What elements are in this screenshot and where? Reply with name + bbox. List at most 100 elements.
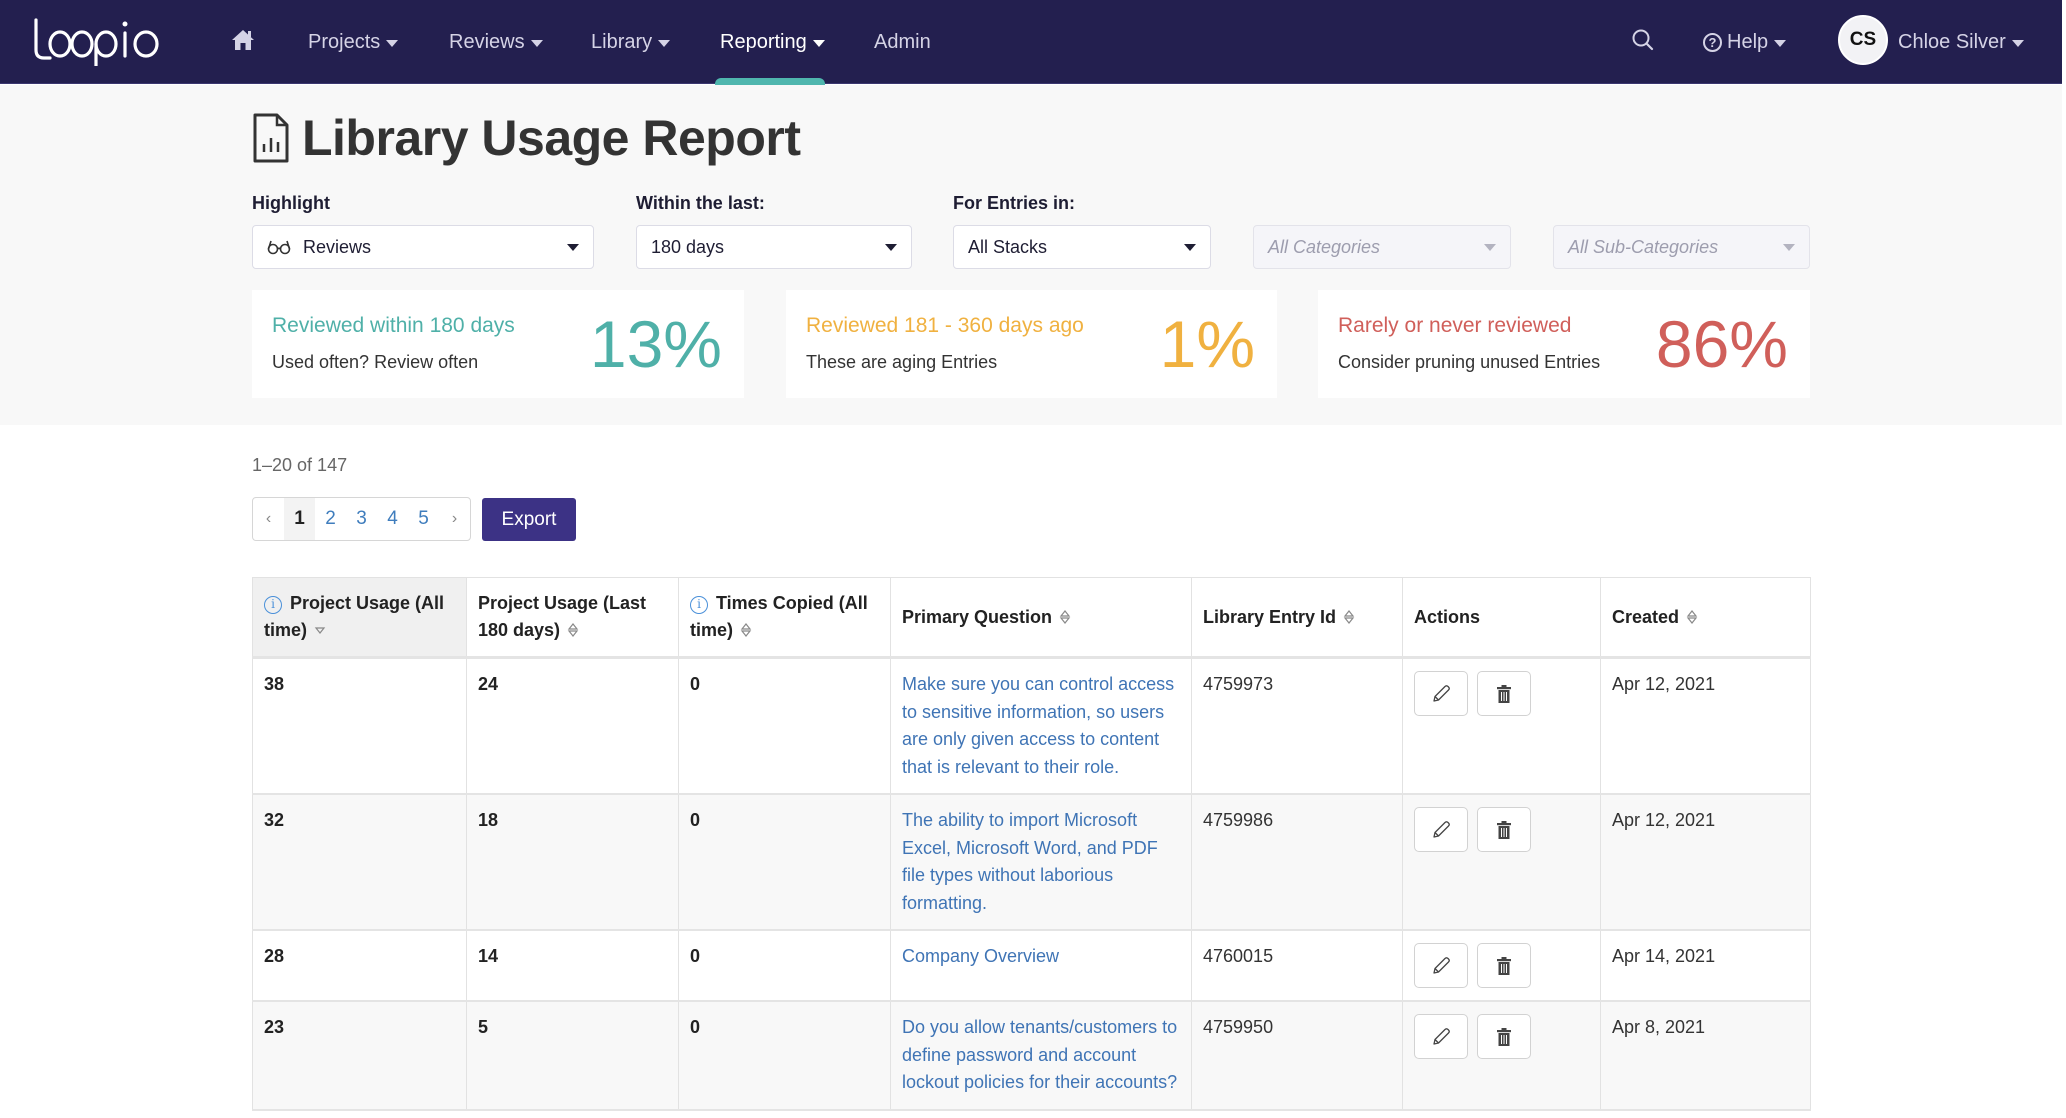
info-icon[interactable]: i (264, 596, 282, 614)
trash-icon (1497, 1027, 1512, 1046)
stack-select[interactable]: All Stacks (953, 225, 1211, 269)
active-nav-indicator (715, 78, 825, 85)
cell-times-copied: 0 (678, 930, 891, 1002)
pencil-icon (1433, 684, 1450, 702)
page-5-button[interactable]: 5 (408, 498, 439, 540)
within-select[interactable]: 180 days (636, 225, 912, 269)
delete-button[interactable] (1477, 943, 1532, 988)
cell-primary-question: Make sure you can control access to sens… (890, 657, 1192, 795)
chevron-down-icon (1484, 243, 1496, 251)
categories-select[interactable]: All Categories (1253, 225, 1511, 269)
search-icon[interactable] (1630, 27, 1656, 53)
cell-times-copied: 0 (678, 1001, 891, 1111)
col-label: Project Usage (All time) (264, 593, 445, 640)
chevron-down-icon (658, 39, 671, 47)
cell-primary-question: Do you allow tenants/customers to define… (890, 1001, 1192, 1111)
col-header-actions: Actions (1402, 577, 1601, 659)
subcategories-select[interactable]: All Sub-Categories (1553, 225, 1810, 269)
pencil-icon (1433, 1027, 1450, 1045)
question-link[interactable]: Do you allow tenants/customers to define… (902, 1017, 1177, 1092)
sort-icon (1686, 609, 1698, 624)
col-label: Times Copied (All time) (690, 593, 868, 640)
nav-projects[interactable]: Projects (308, 0, 399, 84)
loopio-logo[interactable] (30, 14, 164, 66)
col-header-usage-all[interactable]: i Project Usage (All time) (252, 577, 467, 659)
help-menu[interactable]: ? Help (1703, 0, 1787, 84)
col-label: Primary Question (902, 606, 1053, 627)
next-page-button[interactable]: › (439, 498, 470, 540)
results-range: 1–20 of 147 (252, 455, 348, 475)
stat-value: 13% (589, 307, 722, 381)
question-link[interactable]: The ability to import Microsoft Excel, M… (902, 810, 1158, 913)
chevron-down-icon (1783, 243, 1795, 251)
page-3-button[interactable]: 3 (346, 498, 377, 540)
page-4-button[interactable]: 4 (377, 498, 408, 540)
col-header-created[interactable]: Created (1600, 577, 1811, 659)
cell-actions (1402, 657, 1601, 795)
info-icon[interactable]: i (690, 596, 708, 614)
chevron-down-icon (812, 39, 825, 47)
cell-entry-id: 4760015 (1191, 930, 1403, 1002)
delete-button[interactable] (1477, 671, 1532, 716)
col-header-primary-question[interactable]: Primary Question (890, 577, 1192, 659)
cell-primary-question: The ability to import Microsoft Excel, M… (890, 794, 1192, 931)
home-icon[interactable] (230, 27, 256, 53)
page-2-button[interactable]: 2 (315, 498, 346, 540)
glasses-icon (267, 240, 291, 255)
chevron-down-icon (2011, 39, 2024, 47)
col-header-times-copied[interactable]: i Times Copied (All time) (678, 577, 891, 659)
stat-card-rare: Rarely or never reviewed Consider prunin… (1318, 290, 1810, 398)
trash-icon (1497, 956, 1512, 975)
stat-value: 86% (1655, 307, 1788, 381)
edit-button[interactable] (1414, 807, 1468, 852)
nav-admin[interactable]: Admin (874, 0, 931, 84)
cell-created: Apr 12, 2021 (1600, 794, 1811, 931)
pencil-icon (1433, 956, 1450, 974)
chevron-down-icon (1184, 243, 1196, 251)
page-1-button[interactable]: 1 (284, 498, 315, 540)
question-link[interactable]: Make sure you can control access to sens… (902, 674, 1174, 777)
nav-library-label: Library (591, 30, 653, 53)
col-header-usage-180[interactable]: Project Usage (Last 180 days) (466, 577, 679, 659)
sort-icon (1343, 609, 1355, 624)
highlight-select[interactable]: Reviews (252, 225, 594, 269)
cell-actions (1402, 1001, 1601, 1111)
nav-projects-label: Projects (308, 30, 381, 53)
stat-title: Reviewed 181 - 360 days ago (806, 314, 1084, 337)
cell-usage-180: 18 (466, 794, 679, 931)
col-label: Project Usage (Last 180 days) (478, 593, 647, 640)
col-label: Actions (1414, 606, 1481, 627)
prev-page-button[interactable]: ‹ (253, 498, 284, 540)
delete-button[interactable] (1477, 807, 1532, 852)
help-label: Help (1727, 30, 1769, 53)
subcategories-placeholder: All Sub-Categories (1568, 236, 1719, 257)
col-label: Created (1612, 606, 1680, 627)
top-navbar: Projects Reviews Library Reporting Admin… (0, 0, 2062, 85)
chevron-down-icon (1774, 39, 1787, 47)
col-header-entry-id[interactable]: Library Entry Id (1191, 577, 1403, 659)
user-avatar[interactable]: CS (1838, 15, 1888, 65)
nav-reviews[interactable]: Reviews (449, 0, 543, 84)
nav-reporting[interactable]: Reporting (720, 0, 825, 84)
cell-usage-180: 5 (466, 1001, 679, 1111)
edit-button[interactable] (1414, 943, 1468, 988)
cell-usage-all: 23 (252, 1001, 467, 1111)
edit-button[interactable] (1414, 671, 1468, 716)
question-link[interactable]: Company Overview (902, 946, 1059, 966)
stat-value: 1% (1159, 307, 1255, 381)
edit-button[interactable] (1414, 1014, 1468, 1059)
cell-usage-all: 38 (252, 657, 467, 795)
nav-reviews-label: Reviews (449, 30, 525, 53)
chevron-down-icon (530, 39, 543, 47)
cell-actions (1402, 930, 1601, 1002)
cell-usage-180: 24 (466, 657, 679, 795)
nav-library[interactable]: Library (591, 0, 671, 84)
page-title: Library Usage Report (252, 108, 801, 168)
report-document-icon (253, 113, 289, 163)
window-edge (2062, 0, 2066, 1118)
export-button[interactable]: Export (482, 498, 576, 541)
cell-created: Apr 12, 2021 (1600, 657, 1811, 795)
user-menu[interactable]: Chloe Silver (1898, 0, 2024, 84)
delete-button[interactable] (1477, 1014, 1532, 1059)
library-usage-table: i Project Usage (All time) Project Usage … (252, 577, 1811, 1111)
